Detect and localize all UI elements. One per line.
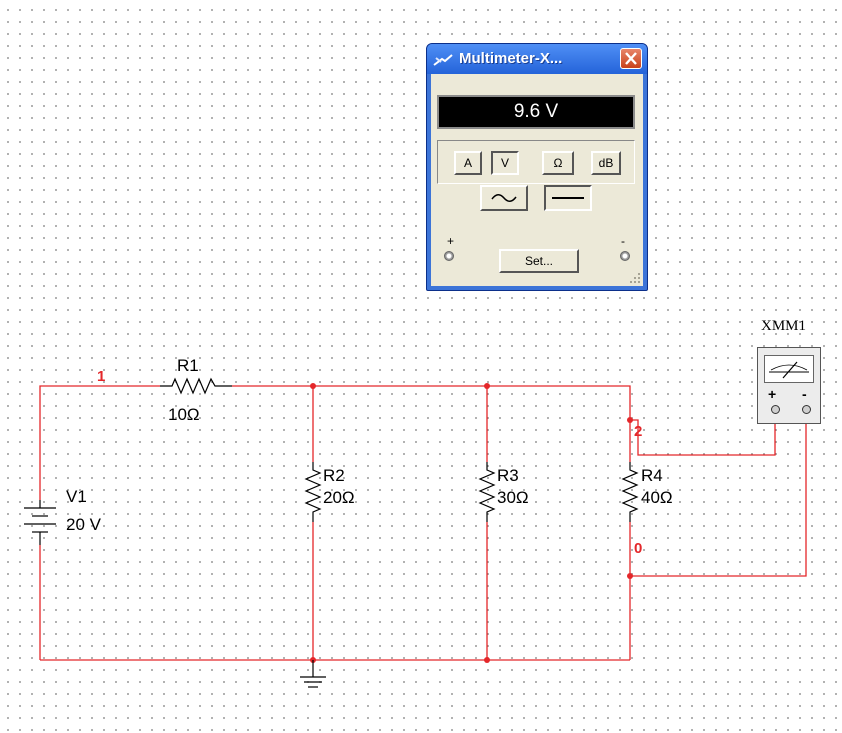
ground-symbol[interactable] xyxy=(300,660,326,688)
junction-dot xyxy=(484,657,490,663)
decibel-button[interactable]: dB xyxy=(591,151,621,175)
v1-name-label: V1 xyxy=(66,487,87,506)
resistor-r3[interactable] xyxy=(478,462,496,522)
dc-mode-button[interactable] xyxy=(544,185,592,211)
minus-terminal[interactable] xyxy=(620,251,630,261)
multimeter-titlebar[interactable]: Multimeter-X... xyxy=(427,44,647,74)
minus-terminal-label: - xyxy=(621,234,625,248)
r4-name-label: R4 xyxy=(641,466,663,485)
set-button[interactable]: Set... xyxy=(499,249,579,273)
node-0-label: 0 xyxy=(634,540,642,557)
resistor-r2[interactable] xyxy=(304,462,322,522)
junction-dot xyxy=(627,417,633,423)
multimeter-body: 9.6 V A V Ω dB + - Set... xyxy=(431,74,643,286)
wire-top-main[interactable] xyxy=(232,385,631,430)
multimeter-control-panel: A V Ω dB xyxy=(437,140,635,184)
close-icon xyxy=(625,52,637,65)
ac-mode-button[interactable] xyxy=(480,185,528,211)
r1-name-label: R1 xyxy=(177,356,199,375)
v1-value-label: 20 V xyxy=(66,515,102,534)
r1-value-label: 10Ω xyxy=(168,405,200,424)
xmm1-instrument[interactable]: + - xyxy=(757,347,821,424)
r2-value-label: 20Ω xyxy=(323,488,355,507)
multimeter-title: Multimeter-X... xyxy=(459,50,563,67)
junction-dot xyxy=(627,573,633,579)
close-button[interactable] xyxy=(620,48,642,69)
xmm1-minus-terminal[interactable] xyxy=(802,405,811,414)
wire-top-left[interactable] xyxy=(39,385,160,500)
xmm1-label: XMM1 xyxy=(761,318,807,334)
wires xyxy=(39,385,807,661)
xmm1-plus-terminal[interactable] xyxy=(771,405,780,414)
resistor-r4[interactable] xyxy=(621,462,639,522)
junction-dot xyxy=(310,383,316,389)
ammeter-button[interactable]: A xyxy=(454,151,482,175)
plus-terminal[interactable] xyxy=(444,251,454,261)
wire-meter-plus[interactable] xyxy=(630,419,776,456)
plus-terminal-label: + xyxy=(447,234,455,248)
r2-name-label: R2 xyxy=(323,466,345,485)
r3-name-label: R3 xyxy=(497,466,519,485)
multimeter-window[interactable]: Multimeter-X... 9.6 V A V Ω dB + - Set..… xyxy=(426,43,648,291)
r3-value-label: 30Ω xyxy=(497,488,529,507)
node-1-label: 1 xyxy=(97,368,105,385)
junction-dot xyxy=(484,383,490,389)
meter-dial-icon xyxy=(764,355,814,383)
junctions xyxy=(310,383,633,663)
multimeter-display: 9.6 V xyxy=(437,95,635,129)
xmm1-minus-label: - xyxy=(802,386,807,402)
r4-value-label: 40Ω xyxy=(641,488,673,507)
ohmmeter-button[interactable]: Ω xyxy=(542,151,574,175)
battery-v1[interactable] xyxy=(24,500,56,545)
resize-grip-icon[interactable] xyxy=(629,272,641,284)
node-2-label: 2 xyxy=(634,423,642,440)
sine-wave-icon xyxy=(491,194,517,202)
xmm1-plus-label: + xyxy=(768,386,777,402)
resistor-r1[interactable] xyxy=(160,377,232,395)
dc-line-icon xyxy=(552,197,584,199)
circuit-schematic: V1 20 V R1 10Ω R2 20Ω R3 30Ω R4 40Ω 1 2 … xyxy=(24,356,807,688)
voltmeter-button[interactable]: V xyxy=(491,151,519,175)
probe-icon xyxy=(433,54,453,66)
